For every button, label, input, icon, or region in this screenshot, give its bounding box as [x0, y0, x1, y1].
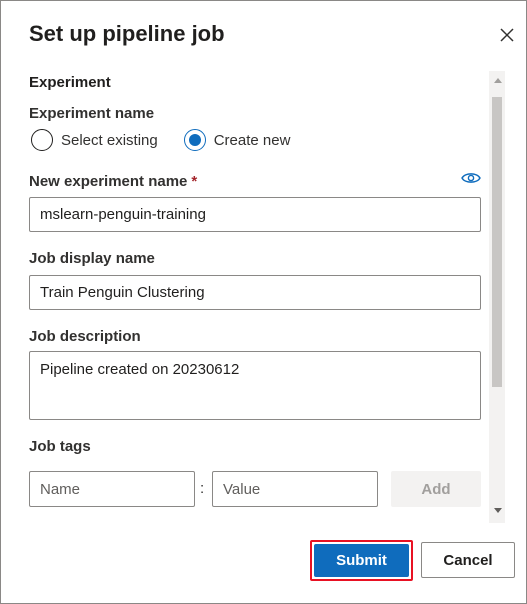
job-display-name-input[interactable]: Train Penguin Clustering: [29, 275, 481, 310]
radio-label-create-new: Create new: [213, 131, 291, 149]
submit-button[interactable]: Submit: [314, 544, 409, 577]
job-description-label: Job description: [29, 328, 141, 345]
radio-label-select-existing: Select existing: [61, 131, 158, 149]
cancel-button[interactable]: Cancel: [421, 542, 515, 578]
scroll-down-arrow-icon[interactable]: [494, 508, 502, 513]
new-experiment-name-label-text: New experiment name: [29, 173, 188, 190]
experiment-name-label: Experiment name: [29, 105, 155, 122]
dialog-title: Set up pipeline job: [29, 21, 225, 46]
pipeline-job-dialog: Set up pipeline job Experiment Experimen…: [0, 0, 527, 604]
radio-create-new[interactable]: Create new: [183, 129, 291, 151]
job-description-textarea[interactable]: Pipeline created on 20230612: [29, 351, 481, 420]
new-experiment-name-input[interactable]: mslearn-penguin-training: [29, 197, 481, 232]
scrollbar-thumb[interactable]: [492, 97, 502, 387]
tag-separator: :: [200, 480, 205, 497]
scroll-up-arrow-icon[interactable]: [494, 78, 502, 83]
radio-dot: [188, 134, 201, 146]
tag-value-input[interactable]: Value: [212, 471, 378, 507]
radio-circle-unchecked[interactable]: [31, 129, 53, 151]
eye-icon[interactable]: [461, 171, 481, 185]
tag-name-input[interactable]: Name: [29, 471, 195, 507]
new-experiment-name-label: New experiment name *: [29, 173, 197, 190]
required-marker: *: [191, 173, 198, 190]
radio-circle-checked[interactable]: [183, 129, 206, 151]
experiment-section-heading: Experiment: [29, 74, 111, 91]
job-tags-label: Job tags: [29, 438, 91, 455]
job-display-name-label: Job display name: [29, 250, 155, 267]
add-tag-button[interactable]: Add: [391, 471, 481, 507]
experiment-radio-group: Select existing Create new: [31, 129, 316, 151]
radio-select-existing[interactable]: Select existing: [31, 129, 158, 151]
close-icon[interactable]: [497, 25, 517, 45]
